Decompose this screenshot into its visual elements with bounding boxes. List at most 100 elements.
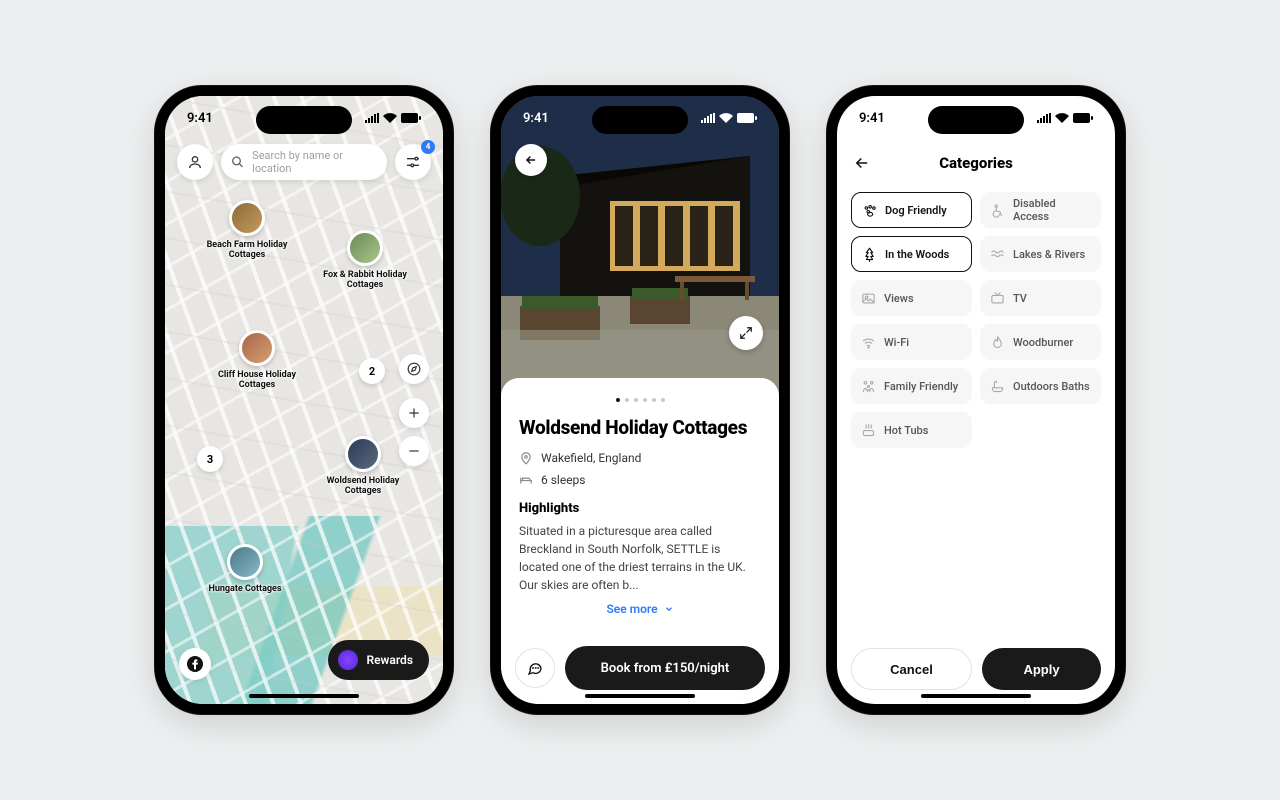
cluster-pin[interactable]: 2 — [359, 358, 385, 384]
category-chip[interactable]: Woodburner — [980, 324, 1101, 360]
status-time: 9:41 — [187, 111, 213, 126]
chip-label: Lakes & Rivers — [1013, 248, 1085, 261]
home-indicator — [585, 694, 695, 698]
category-chip[interactable]: Lakes & Rivers — [980, 236, 1101, 272]
expand-icon — [739, 326, 753, 340]
notch — [592, 106, 688, 134]
category-chip[interactable]: Hot Tubs — [851, 412, 972, 448]
chevron-down-icon — [664, 604, 674, 614]
hero-scene — [501, 96, 779, 396]
battery-icon — [1073, 113, 1093, 123]
wifi-icon — [861, 335, 876, 350]
water-icon — [990, 247, 1005, 262]
chip-label: Dog Friendly — [885, 204, 947, 217]
category-chip[interactable]: Family Friendly — [851, 368, 972, 404]
apply-button[interactable]: Apply — [982, 648, 1101, 690]
chip-label: Disabled Access — [1013, 197, 1091, 223]
chat-icon — [527, 660, 543, 676]
category-chip[interactable]: Views — [851, 280, 972, 316]
cellular-icon — [1037, 113, 1051, 123]
status-indicators — [1037, 113, 1093, 123]
category-chips: Dog Friendly Disabled Access In the Woods L… — [851, 192, 1101, 448]
minus-icon — [407, 444, 421, 458]
chip-label: Outdoors Baths — [1013, 380, 1090, 393]
chip-label: Woodburner — [1013, 336, 1073, 349]
compass-button[interactable] — [399, 354, 429, 384]
notch — [928, 106, 1024, 134]
location-text: Wakefield, England — [541, 451, 641, 465]
status-indicators — [365, 113, 421, 123]
back-button[interactable] — [853, 154, 871, 172]
profile-button[interactable] — [177, 144, 213, 180]
detail-sheet: Woldsend Holiday Cottages Wakefield, Eng… — [501, 378, 779, 704]
family-icon — [861, 379, 876, 394]
categories-header: Categories — [837, 144, 1115, 182]
home-indicator — [921, 694, 1031, 698]
sleeps-text: 6 sleeps — [541, 473, 586, 487]
phone-detail: 9:41 — [490, 85, 790, 715]
wifi-icon — [719, 113, 733, 123]
user-icon — [187, 154, 203, 170]
map-pin-cliff-house[interactable]: Cliff House Holiday Cottages — [209, 330, 305, 390]
zoom-in-button[interactable] — [399, 398, 429, 428]
category-chip[interactable]: Wi-Fi — [851, 324, 972, 360]
facebook-icon — [187, 656, 203, 672]
rewards-label: Rewards — [366, 653, 413, 667]
category-chip[interactable]: Disabled Access — [980, 192, 1101, 228]
expand-image-button[interactable] — [729, 316, 763, 350]
highlights-body: Situated in a picturesque area called Br… — [519, 522, 761, 594]
map-pin-beach-farm[interactable]: Beach Farm Holiday Cottages — [199, 200, 295, 260]
pin-label: Hungate Cottages — [197, 584, 293, 594]
pin-label: Woldsend Holiday Cottages — [315, 476, 411, 496]
category-chip[interactable]: Dog Friendly — [851, 192, 972, 228]
back-button[interactable] — [515, 144, 547, 176]
map-pin-fox-rabbit[interactable]: Fox & Rabbit Holiday Cottages — [317, 230, 413, 290]
facebook-button[interactable] — [179, 648, 211, 680]
chip-label: In the Woods — [885, 248, 949, 261]
spark-icon — [338, 650, 358, 670]
sleeps-row: 6 sleeps — [519, 473, 761, 487]
wifi-icon — [383, 113, 397, 123]
search-input[interactable]: Search by name or location — [221, 144, 387, 180]
paw-icon — [862, 203, 877, 218]
location-row: Wakefield, England — [519, 451, 761, 465]
cancel-button[interactable]: Cancel — [851, 648, 972, 690]
category-chip[interactable]: TV — [980, 280, 1101, 316]
zoom-out-button[interactable] — [399, 436, 429, 466]
notch — [256, 106, 352, 134]
phone-categories: 9:41 Categories Dog Friendly Disabled Acc… — [826, 85, 1126, 715]
pin-label: Beach Farm Holiday Cottages — [199, 240, 295, 260]
map-pin-hungate[interactable]: Hungate Cottages — [197, 544, 293, 594]
status-time: 9:41 — [523, 111, 549, 126]
highlights-heading: Highlights — [519, 501, 761, 516]
cellular-icon — [701, 113, 715, 123]
rewards-button[interactable]: Rewards — [328, 640, 429, 680]
sliders-icon — [405, 154, 421, 170]
book-button[interactable]: Book from £150/night — [565, 646, 765, 690]
cellular-icon — [365, 113, 379, 123]
see-more-button[interactable]: See more — [519, 602, 761, 616]
category-chip[interactable]: In the Woods — [851, 236, 972, 272]
image-pager[interactable] — [519, 398, 761, 402]
cluster-pin[interactable]: 3 — [197, 446, 223, 472]
filter-button[interactable]: 4 — [395, 144, 431, 180]
chip-label: TV — [1013, 292, 1027, 305]
categories-title: Categories — [939, 154, 1013, 172]
bed-icon — [519, 473, 533, 487]
home-indicator — [249, 694, 359, 698]
bath-icon — [990, 379, 1005, 394]
map-pin-woldsend[interactable]: Woldsend Holiday Cottages — [315, 436, 411, 496]
status-time: 9:41 — [859, 111, 885, 126]
hero-image — [501, 96, 779, 396]
arrow-left-icon — [853, 154, 871, 172]
status-indicators — [701, 113, 757, 123]
hottub-icon — [861, 423, 876, 438]
chip-label: Hot Tubs — [884, 424, 928, 437]
tree-icon — [862, 247, 877, 262]
pin-label: Fox & Rabbit Holiday Cottages — [317, 270, 413, 290]
category-chip[interactable]: Outdoors Baths — [980, 368, 1101, 404]
chip-label: Family Friendly — [884, 380, 958, 393]
chat-button[interactable] — [515, 648, 555, 688]
plus-icon — [407, 406, 421, 420]
tv-icon — [990, 291, 1005, 306]
